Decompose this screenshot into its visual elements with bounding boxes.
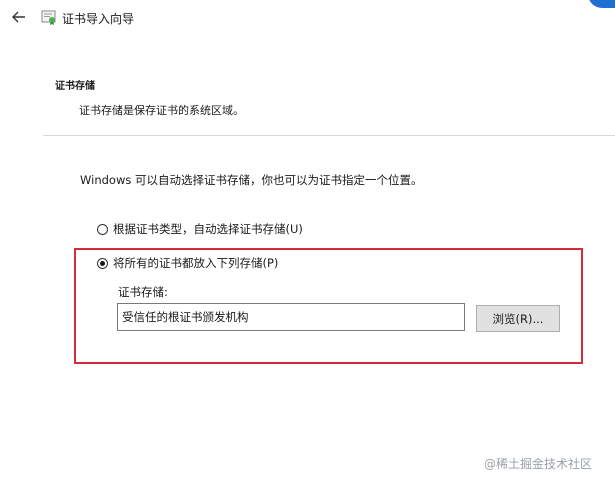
certificate-icon (40, 8, 58, 26)
divider (43, 135, 615, 136)
section-title: 证书存储 (55, 81, 95, 92)
radio-auto-select-store[interactable]: 根据证书类型，自动选择证书存储(U) (97, 221, 303, 237)
back-arrow-icon (12, 11, 25, 23)
window-title: 证书导入向导 (62, 12, 135, 26)
radio-label: 根据证书类型，自动选择证书存储(U) (113, 222, 303, 236)
intro-text: Windows 可以自动选择证书存储，你也可以为证书指定一个位置。 (80, 173, 423, 187)
radio-button[interactable] (97, 223, 108, 235)
section-description: 证书存储是保存证书的系统区域。 (79, 104, 244, 117)
highlight-box (74, 248, 583, 364)
back-button[interactable] (8, 6, 30, 28)
watermark: @稀土掘金技术社区 (484, 457, 593, 471)
